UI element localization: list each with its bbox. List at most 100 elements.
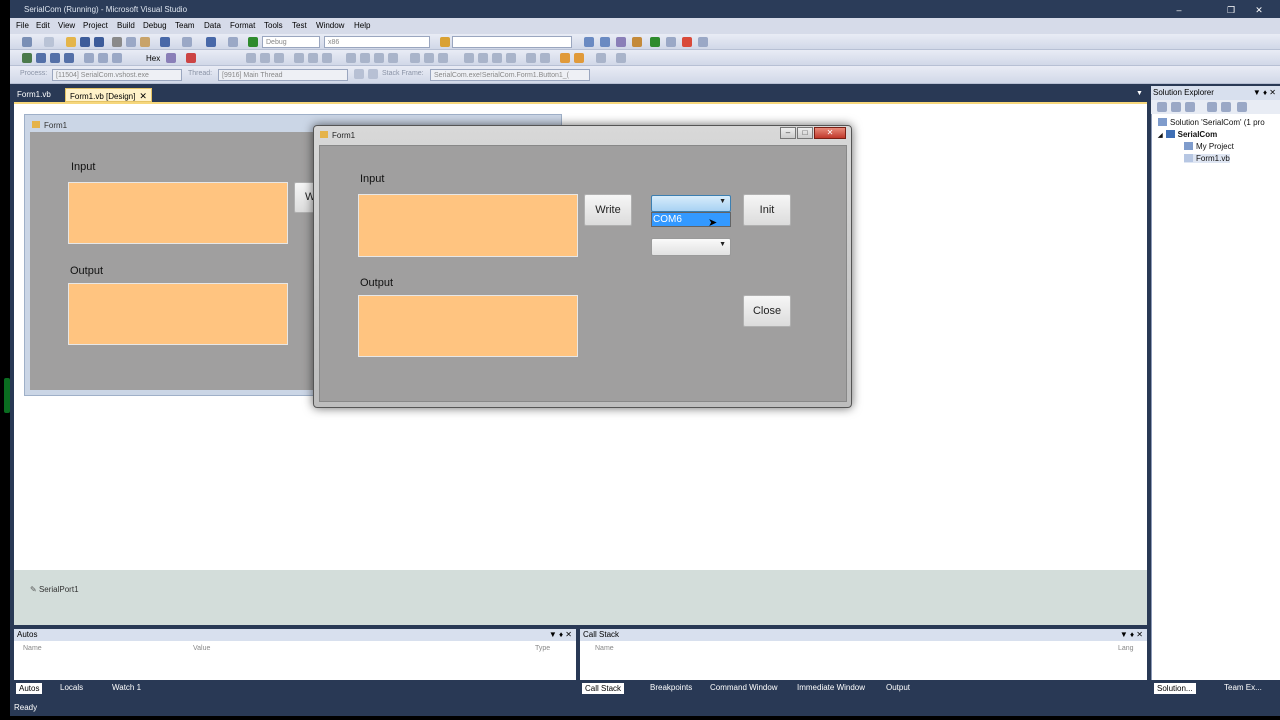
menu-debug[interactable]: Debug bbox=[143, 21, 167, 30]
find-icon[interactable] bbox=[440, 37, 450, 47]
stack-frame-select[interactable]: SerialCom.exe!SerialCom.Form1.Button1_( bbox=[430, 69, 590, 81]
output-icon[interactable] bbox=[682, 37, 692, 47]
thread-flag-icon[interactable] bbox=[354, 69, 364, 79]
process-select[interactable]: [11504] SerialCom.vshost.exe bbox=[52, 69, 182, 81]
step-out-icon[interactable] bbox=[112, 53, 122, 63]
output-window-icon[interactable] bbox=[186, 53, 196, 63]
class-diagram-icon[interactable] bbox=[1237, 102, 1247, 112]
menu-view[interactable]: View bbox=[58, 21, 75, 30]
init-button[interactable]: Init bbox=[743, 194, 791, 226]
tab-call-stack[interactable]: Call Stack bbox=[582, 683, 625, 694]
port-select[interactable]: ▼ bbox=[651, 195, 731, 212]
decrease-spacing-icon[interactable] bbox=[438, 53, 448, 63]
autos-col-value[interactable]: Value bbox=[193, 645, 210, 652]
refresh-icon[interactable] bbox=[1185, 102, 1195, 112]
serialport-component[interactable]: ✎ SerialPort1 bbox=[30, 585, 79, 594]
tree-solution[interactable]: Solution 'SerialCom' (1 pro bbox=[1158, 118, 1265, 127]
restore-icon[interactable]: ❐ bbox=[1222, 4, 1240, 16]
close-window-icon[interactable]: ✕ bbox=[1250, 4, 1268, 16]
save-icon[interactable] bbox=[80, 37, 90, 47]
menu-window[interactable]: Window bbox=[316, 21, 344, 30]
open-file-icon[interactable] bbox=[66, 37, 76, 47]
running-form-close-icon[interactable]: ✕ bbox=[814, 127, 846, 139]
menu-format[interactable]: Format bbox=[230, 21, 255, 30]
start-debugging-icon[interactable] bbox=[248, 37, 258, 47]
tab-form1-design[interactable]: Form1.vb [Design] ✕ bbox=[65, 88, 152, 102]
start-page-icon[interactable] bbox=[650, 37, 660, 47]
tab-autos[interactable]: Autos bbox=[16, 683, 43, 694]
extension-manager-icon[interactable] bbox=[666, 37, 676, 47]
port-option[interactable]: COM6 bbox=[652, 213, 730, 226]
send-to-back-icon[interactable] bbox=[574, 53, 584, 63]
running-form-minimize-icon[interactable]: – bbox=[780, 127, 796, 139]
running-form-client[interactable] bbox=[319, 145, 847, 402]
design-input-textbox[interactable] bbox=[68, 182, 288, 244]
tab-close-icon[interactable]: ✕ bbox=[139, 91, 147, 101]
close-button[interactable]: Close bbox=[743, 295, 791, 327]
tree-form1[interactable]: Form1.vb bbox=[1184, 154, 1230, 163]
solution-explorer-icon[interactable] bbox=[584, 37, 594, 47]
align-bottom-icon[interactable] bbox=[322, 53, 332, 63]
tab-command-window[interactable]: Command Window bbox=[710, 683, 778, 692]
navigate-forward-icon[interactable] bbox=[228, 37, 238, 47]
save-all-icon[interactable] bbox=[94, 37, 104, 47]
minimize-icon[interactable]: – bbox=[1170, 4, 1188, 16]
design-output-textbox[interactable] bbox=[68, 283, 288, 345]
align-left-icon[interactable] bbox=[246, 53, 256, 63]
increase-spacing-icon[interactable] bbox=[424, 53, 434, 63]
expand-icon[interactable]: ◢ bbox=[1158, 133, 1163, 139]
autos-close-icon[interactable]: ▼ ♦ ✕ bbox=[549, 629, 572, 641]
bring-to-front-icon[interactable] bbox=[560, 53, 570, 63]
step-over-icon[interactable] bbox=[98, 53, 108, 63]
vertical-spacing-icon[interactable] bbox=[464, 53, 474, 63]
cut-icon[interactable] bbox=[112, 37, 122, 47]
make-same-width-icon[interactable] bbox=[346, 53, 356, 63]
break-all-icon[interactable] bbox=[36, 53, 46, 63]
tab-overflow-icon[interactable]: ▼ bbox=[1132, 88, 1147, 102]
menu-project[interactable]: Project bbox=[83, 21, 108, 30]
menu-data[interactable]: Data bbox=[204, 21, 221, 30]
align-center-icon[interactable] bbox=[260, 53, 270, 63]
tab-locals[interactable]: Locals bbox=[60, 683, 83, 692]
menu-build[interactable]: Build bbox=[117, 21, 135, 30]
menu-edit[interactable]: Edit bbox=[36, 21, 50, 30]
thread-filter-icon[interactable] bbox=[368, 69, 378, 79]
pin-icon[interactable]: ▼ ♦ ✕ bbox=[1253, 86, 1276, 100]
center-horizontally-icon[interactable] bbox=[526, 53, 536, 63]
tab-form1-code[interactable]: Form1.vb bbox=[13, 88, 55, 102]
breakpoints-icon[interactable] bbox=[166, 53, 176, 63]
solution-platform-select[interactable]: x86 bbox=[324, 36, 430, 48]
show-all-files-icon[interactable] bbox=[1171, 102, 1181, 112]
running-form-maximize-icon[interactable]: □ bbox=[797, 127, 813, 139]
autos-col-type[interactable]: Type bbox=[535, 645, 550, 652]
baud-select[interactable]: ▼ bbox=[651, 238, 731, 256]
new-project-icon[interactable] bbox=[22, 37, 32, 47]
add-item-icon[interactable] bbox=[44, 37, 54, 47]
undo-icon[interactable] bbox=[160, 37, 170, 47]
remove-vspacing-icon[interactable] bbox=[506, 53, 516, 63]
menu-test[interactable]: Test bbox=[292, 21, 307, 30]
navigate-back-icon[interactable] bbox=[206, 37, 216, 47]
menu-file[interactable]: File bbox=[16, 21, 29, 30]
menu-help[interactable]: Help bbox=[354, 21, 370, 30]
output-textbox[interactable] bbox=[358, 295, 578, 357]
hex-toggle[interactable]: Hex bbox=[146, 54, 160, 63]
properties-icon[interactable] bbox=[600, 37, 610, 47]
make-same-size-icon[interactable] bbox=[374, 53, 384, 63]
stop-debugging-icon[interactable] bbox=[50, 53, 60, 63]
tab-breakpoints[interactable]: Breakpoints bbox=[650, 683, 692, 692]
view-designer-icon[interactable] bbox=[1221, 102, 1231, 112]
align-right-icon[interactable] bbox=[274, 53, 284, 63]
autos-col-name[interactable]: Name bbox=[23, 645, 42, 652]
options-icon[interactable] bbox=[698, 37, 708, 47]
tab-watch1[interactable]: Watch 1 bbox=[112, 683, 141, 692]
decrease-vspacing-icon[interactable] bbox=[492, 53, 502, 63]
tab-output[interactable]: Output bbox=[886, 683, 910, 692]
copy-icon[interactable] bbox=[126, 37, 136, 47]
menu-tools[interactable]: Tools bbox=[264, 21, 283, 30]
tree-my-project[interactable]: My Project bbox=[1184, 142, 1234, 151]
step-into-icon[interactable] bbox=[84, 53, 94, 63]
lock-controls-icon[interactable] bbox=[616, 53, 626, 63]
tree-project[interactable]: ◢ SerialCom bbox=[1158, 130, 1217, 139]
callstack-col-name[interactable]: Name bbox=[595, 645, 614, 652]
